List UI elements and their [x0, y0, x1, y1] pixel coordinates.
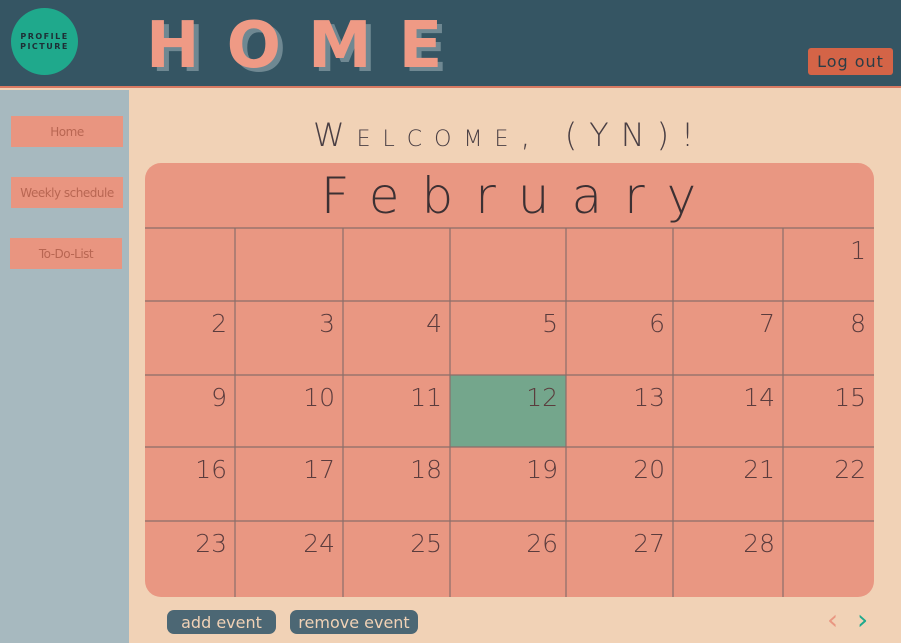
calendar: February 1 2 3 4 5 6 7 8 9 10 11 12 13 14 15 16 17 18 19 20… — [145, 163, 874, 597]
logout-button[interactable]: Log out — [808, 48, 893, 75]
sidebar-item-weekly-schedule[interactable]: Weekly schedule — [11, 177, 123, 208]
add-event-button[interactable]: add event — [167, 610, 276, 634]
welcome-message: Welcome, (YN)! — [313, 116, 706, 154]
page-title: HOME — [146, 9, 470, 83]
chevron-left-icon[interactable]: ‹ — [827, 603, 838, 637]
sidebar-item-to-do-list[interactable]: To-Do-List — [10, 238, 122, 269]
calendar-grid-lines — [145, 227, 874, 597]
sidebar-item-home[interactable]: Home — [11, 116, 123, 147]
avatar-label-line1: PROFILE — [20, 31, 69, 41]
chevron-right-icon[interactable]: › — [857, 603, 868, 637]
avatar[interactable]: PROFILE PICTURE — [11, 8, 78, 75]
sidebar: Home Weekly schedule To-Do-List — [0, 90, 129, 643]
header-bar: PROFILE PICTURE HOME Log out — [0, 0, 901, 88]
remove-event-button[interactable]: remove event — [290, 610, 418, 634]
avatar-label-line2: PICTURE — [20, 41, 69, 51]
